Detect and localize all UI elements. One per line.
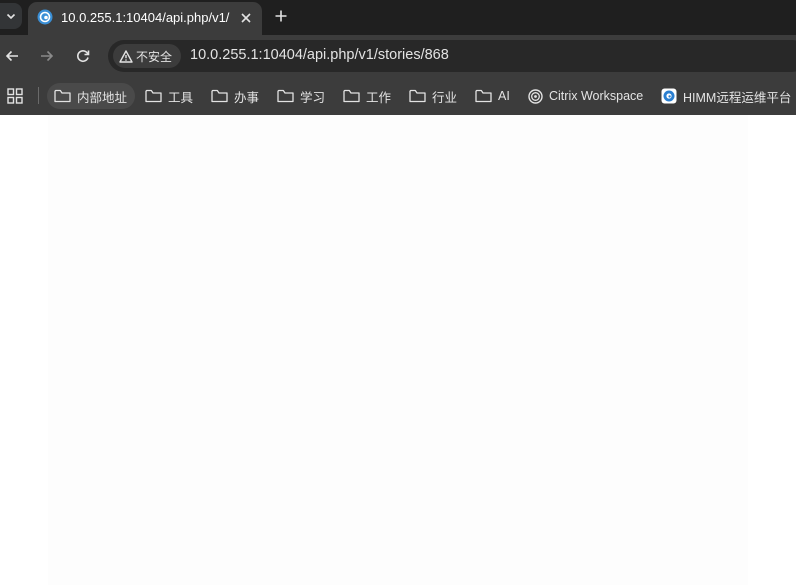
bookmark-himm-platform[interactable]: HIMM远程运维平台 bbox=[654, 83, 796, 109]
bookmark-citrix-workspace[interactable]: Citrix Workspace bbox=[521, 83, 651, 109]
close-icon bbox=[241, 13, 251, 23]
bookmark-label: 工作 bbox=[366, 90, 392, 105]
bookmark-folder-ai[interactable]: AI bbox=[468, 83, 518, 109]
bookmarks-bar: 内部地址 工具 办事 学习 工作 行业 AI Citrix Workspace bbox=[0, 77, 796, 115]
folder-icon bbox=[343, 89, 360, 103]
bookmark-folder-affairs[interactable]: 办事 bbox=[204, 83, 267, 109]
new-tab-button[interactable] bbox=[270, 5, 292, 27]
apps-grid-icon[interactable] bbox=[7, 88, 23, 104]
bookmark-folder-industry[interactable]: 行业 bbox=[402, 83, 465, 109]
url-text[interactable]: 10.0.255.1:10404/api.php/v1/stories/868 bbox=[190, 47, 449, 63]
bookmark-folder-tools[interactable]: 工具 bbox=[138, 83, 201, 109]
bookmark-folder-work[interactable]: 工作 bbox=[336, 83, 399, 109]
tab-strip: 10.0.255.1:10404/api.php/v1/ bbox=[0, 0, 796, 35]
page-body bbox=[48, 115, 748, 585]
browser-toolbar: 不安全 10.0.255.1:10404/api.php/v1/stories/… bbox=[0, 35, 796, 77]
folder-icon bbox=[211, 89, 228, 103]
active-tab[interactable]: 10.0.255.1:10404/api.php/v1/ bbox=[28, 2, 262, 35]
bookmark-label: 行业 bbox=[432, 90, 458, 105]
arrow-left-icon bbox=[5, 50, 18, 62]
reload-icon bbox=[77, 50, 90, 62]
folder-icon bbox=[277, 89, 294, 103]
bookmark-label: AI bbox=[498, 89, 510, 103]
folder-icon bbox=[54, 89, 71, 103]
arrow-right-icon bbox=[41, 50, 54, 62]
forward-button[interactable] bbox=[36, 45, 58, 67]
security-chip[interactable]: 不安全 bbox=[113, 44, 181, 68]
citrix-icon bbox=[528, 88, 543, 104]
plus-icon bbox=[275, 10, 287, 22]
tab-search-button[interactable] bbox=[0, 3, 22, 29]
bookmark-folder-internal[interactable]: 内部地址 bbox=[47, 83, 136, 109]
site-favicon-icon bbox=[37, 9, 53, 25]
bookmark-folder-study[interactable]: 学习 bbox=[270, 83, 333, 109]
folder-icon bbox=[409, 89, 426, 103]
tab-title: 10.0.255.1:10404/api.php/v1/ bbox=[61, 10, 230, 25]
bookmark-label: 工具 bbox=[168, 90, 194, 105]
folder-icon bbox=[475, 89, 492, 103]
security-label: 不安全 bbox=[136, 49, 173, 64]
page-content bbox=[0, 115, 796, 585]
himm-icon bbox=[661, 88, 677, 104]
reload-button[interactable] bbox=[72, 45, 94, 67]
bookmark-label: 学习 bbox=[300, 90, 326, 105]
back-button[interactable] bbox=[1, 45, 23, 67]
bookmark-label: 内部地址 bbox=[77, 90, 128, 105]
bookmark-label: HIMM远程运维平台 bbox=[683, 90, 792, 105]
warning-icon bbox=[119, 49, 133, 63]
folder-icon bbox=[145, 89, 162, 103]
chevron-down-icon bbox=[6, 13, 16, 20]
address-bar[interactable]: 不安全 10.0.255.1:10404/api.php/v1/stories/… bbox=[108, 40, 796, 72]
close-tab-button[interactable] bbox=[236, 8, 256, 28]
bookmarks-separator bbox=[38, 87, 39, 104]
bookmark-label: Citrix Workspace bbox=[549, 89, 644, 103]
bookmark-label: 办事 bbox=[234, 90, 260, 105]
